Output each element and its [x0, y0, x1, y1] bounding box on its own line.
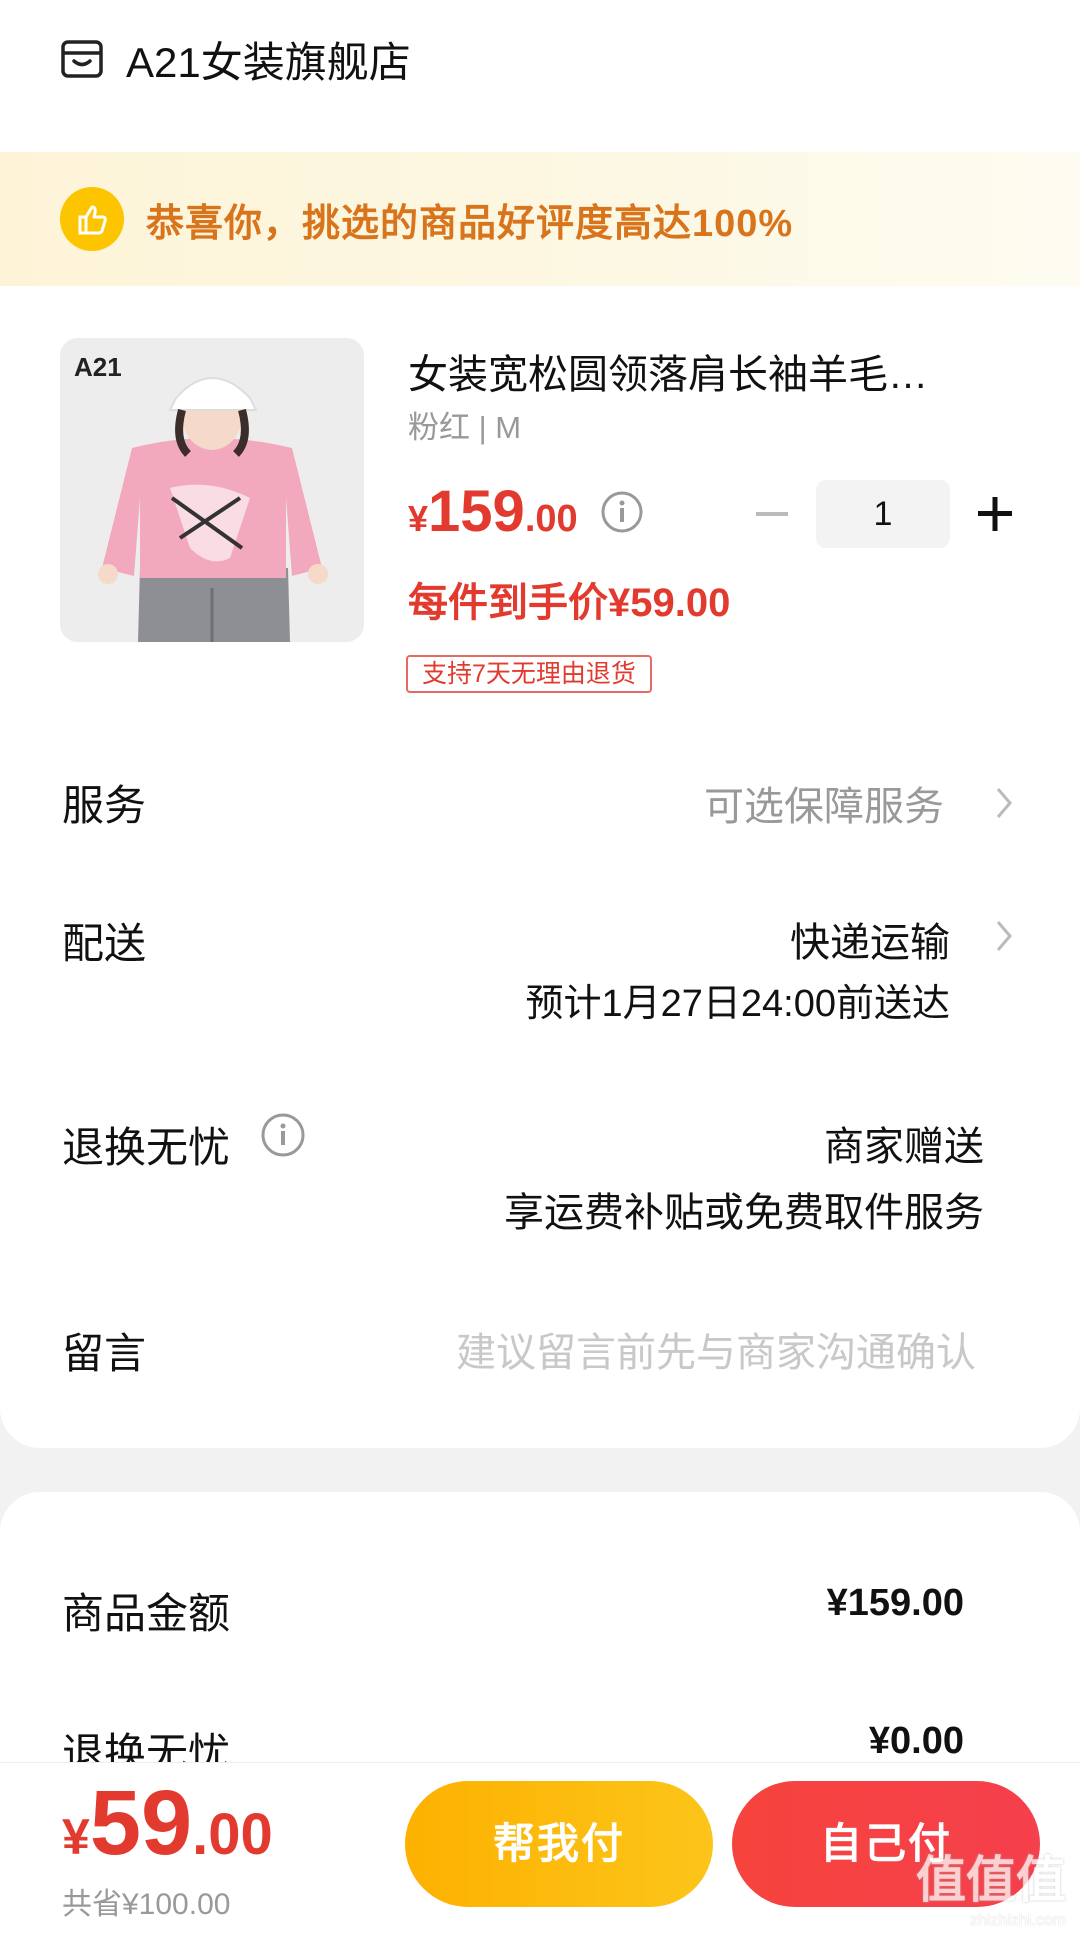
message-input[interactable]: 建议留言前先与商家沟通确认 [456, 1320, 976, 1378]
saved-amount: 共省¥100.00 [62, 1888, 231, 1921]
worry-free-fee-value: ¥0.00 [868, 1720, 964, 1762]
store-header[interactable]: A21女装旗舰店 [60, 28, 411, 90]
price-symbol: ¥ [408, 498, 429, 539]
delivery-eta: 预计1月27日24:00前送达 [525, 983, 951, 1025]
order-card: A21女装旗舰店 恭喜你，挑选的商品好评度高达100% A21 女装宽松圆领落肩… [0, 0, 1080, 1448]
worry-free-info-icon[interactable] [260, 1112, 306, 1158]
price-decimal: .00 [524, 498, 578, 540]
goods-amount-label: 商品金额 [62, 1590, 231, 1637]
worry-free-label: 退换无忧 [62, 1124, 231, 1171]
total-price: ¥ 59 .00 [62, 1771, 273, 1876]
service-value[interactable]: 可选保障服务 [704, 774, 944, 832]
rating-banner: 恭喜你，挑选的商品好评度高达100% [0, 152, 1080, 286]
watermark-logo: 值值值 [916, 1852, 1066, 1908]
total-integer: 59 [89, 1772, 193, 1874]
delivery-chevron-icon[interactable] [994, 916, 1016, 956]
store-icon [61, 40, 103, 78]
quantity-value[interactable]: 1 [816, 480, 950, 548]
help-pay-button[interactable]: 帮我付 [405, 1781, 713, 1907]
product-spec[interactable]: 粉红 | M [408, 402, 521, 447]
message-label: 留言 [62, 1330, 147, 1377]
product-logo: A21 [74, 352, 122, 382]
total-decimal: .00 [192, 1802, 273, 1867]
service-label: 服务 [62, 782, 147, 829]
store-name: A21女装旗舰店 [126, 38, 411, 86]
worry-free-value: 商家赠送 [824, 1125, 984, 1169]
rating-message: 恭喜你，挑选的商品好评度高达100% [146, 202, 794, 245]
service-chevron-icon[interactable] [994, 783, 1016, 823]
goods-amount-value: ¥159.00 [826, 1582, 964, 1624]
thumbs-up-icon [60, 187, 124, 251]
product-title[interactable]: 女装宽松圆领落肩长袖羊毛… [408, 342, 998, 400]
return-policy-tag: 支持7天无理由退货 [406, 655, 652, 693]
delivery-label: 配送 [62, 920, 147, 967]
price-info-icon[interactable] [600, 490, 644, 534]
watermark-url: zhizhizhi.com [969, 1912, 1066, 1929]
deal-price: 每件到手价¥59.00 [408, 581, 731, 625]
delivery-method[interactable]: 快递运输 [790, 910, 950, 968]
total-symbol: ¥ [62, 1809, 90, 1865]
quantity-minus-icon[interactable] [752, 494, 792, 534]
watermark: 值值值 zhizhizhi.com [916, 1840, 1066, 1929]
worry-free-desc: 享运费补贴或免费取件服务 [504, 1191, 984, 1235]
product-price: ¥ 159 .00 [408, 478, 578, 545]
quantity-plus-icon[interactable] [975, 494, 1015, 534]
product-image[interactable]: A21 [60, 338, 364, 642]
price-integer: 159 [428, 479, 525, 544]
